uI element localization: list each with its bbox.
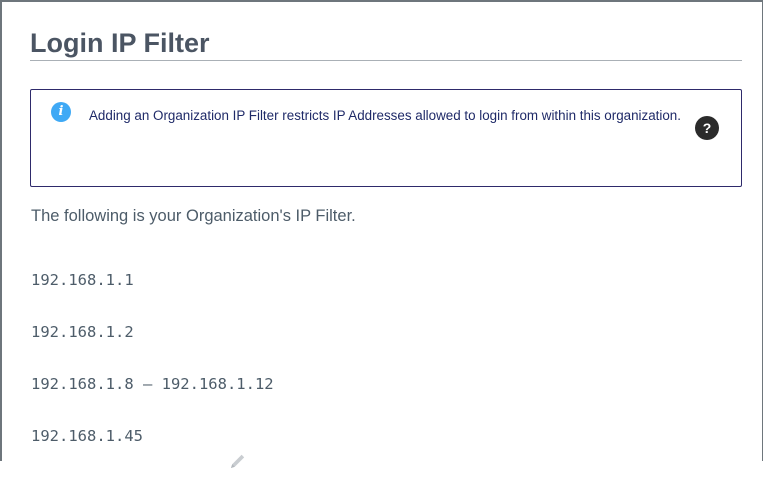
title-divider xyxy=(30,60,742,61)
ip-filter-item: 192.168.1.1 xyxy=(31,268,274,320)
ip-filter-panel: Login IP Filter i Adding an Organization… xyxy=(0,0,763,468)
ip-filter-value: 192.168.1.8 – 192.168.1.12 xyxy=(31,375,274,393)
ip-filter-value: 192.168.1.1 xyxy=(31,271,134,289)
ip-filter-item: 192.168.1.8 – 192.168.1.12 xyxy=(31,372,274,424)
info-icon: i xyxy=(51,102,71,122)
info-notice-text: Adding an Organization IP Filter restric… xyxy=(89,108,681,123)
ip-filter-value: 192.168.1.2 xyxy=(31,323,134,341)
ip-filter-intro: The following is your Organization's IP … xyxy=(31,207,356,225)
question-circle-icon[interactable]: ? xyxy=(695,116,719,140)
ip-filter-item: 192.168.1.2 xyxy=(31,320,274,372)
section-title: Login IP Filter xyxy=(30,28,210,58)
info-notice: i Adding an Organization IP Filter restr… xyxy=(30,89,742,187)
pencil-icon[interactable] xyxy=(153,427,244,468)
ip-filter-item: 192.168.1.45 xyxy=(31,424,274,476)
ip-filter-list: 192.168.1.1 192.168.1.2 192.168.1.8 – 19… xyxy=(31,268,274,476)
ip-filter-value: 192.168.1.45 xyxy=(31,427,143,445)
